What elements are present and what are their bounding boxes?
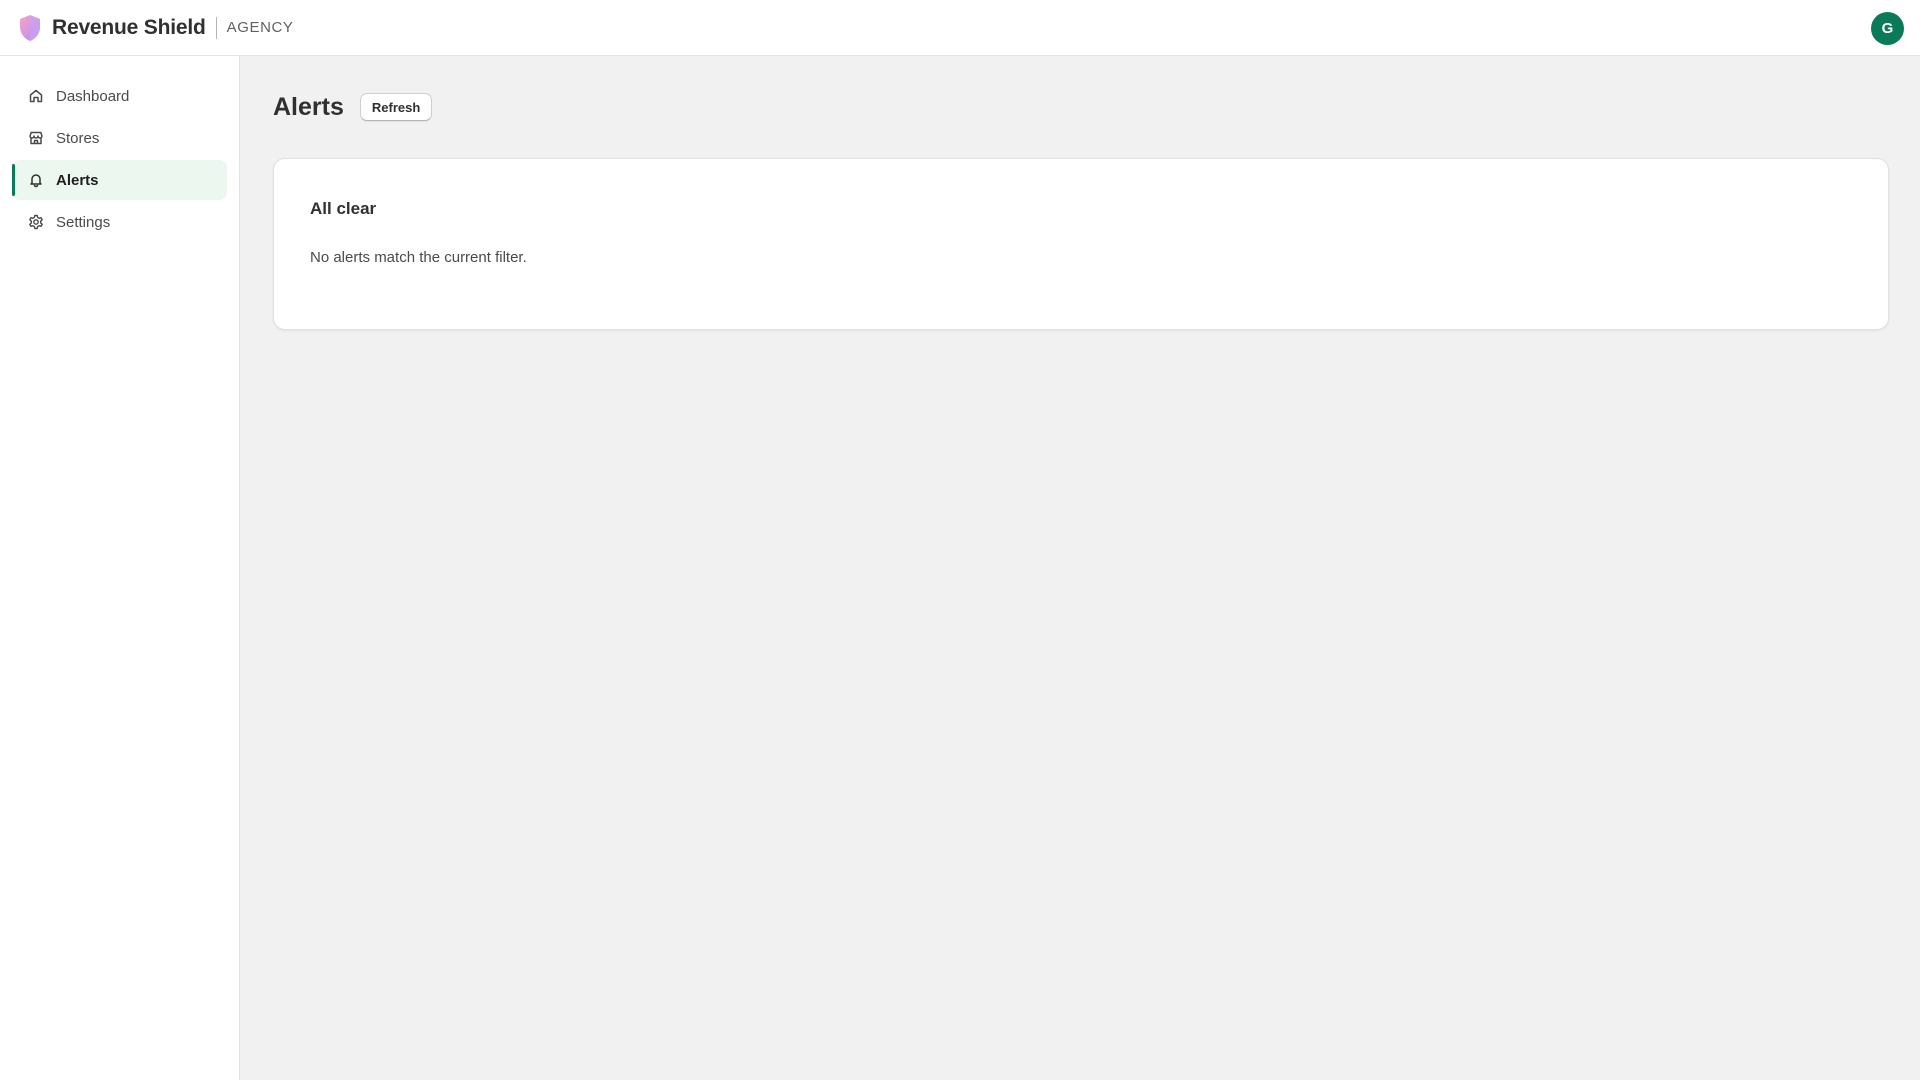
main-content: Alerts Refresh All clear No alerts match…	[241, 56, 1920, 1080]
sidebar-item-settings[interactable]: Settings	[12, 202, 227, 242]
store-icon	[28, 130, 44, 146]
sidebar-item-stores[interactable]: Stores	[12, 118, 227, 158]
home-icon	[28, 88, 44, 104]
sidebar: Dashboard Stores Alerts Settings	[0, 56, 240, 1080]
sidebar-item-dashboard[interactable]: Dashboard	[12, 76, 227, 116]
gear-icon	[28, 214, 44, 230]
plan-tier-label: AGENCY	[226, 19, 294, 36]
empty-state-message: No alerts match the current filter.	[310, 249, 527, 266]
brand[interactable]: Revenue Shield AGENCY	[18, 14, 294, 42]
bell-icon	[28, 172, 44, 188]
page-title: Alerts	[273, 92, 344, 121]
sidebar-item-alerts[interactable]: Alerts	[12, 160, 227, 200]
empty-state-title: All clear	[310, 199, 377, 218]
refresh-button[interactable]: Refresh	[359, 93, 433, 121]
top-bar: Revenue Shield AGENCY G	[0, 0, 1920, 56]
user-avatar[interactable]: G	[1871, 12, 1904, 45]
sidebar-item-label: Alerts	[56, 171, 99, 189]
page-header: Alerts Refresh	[273, 86, 1888, 128]
shield-logo-icon	[18, 14, 42, 42]
brand-name: Revenue Shield	[52, 15, 206, 39]
sidebar-item-label: Stores	[56, 129, 100, 147]
sidebar-item-label: Settings	[56, 213, 111, 231]
sidebar-item-label: Dashboard	[56, 87, 130, 105]
alerts-empty-state-card: All clear No alerts match the current fi…	[273, 158, 1889, 330]
brand-divider	[215, 16, 217, 39]
